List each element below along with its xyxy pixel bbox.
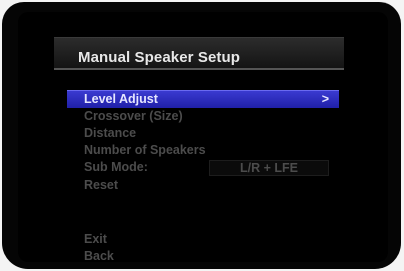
menu-title: Manual Speaker Setup (78, 49, 241, 66)
menu-item-crossover-size[interactable]: Crossover (Size) (67, 108, 339, 125)
menu-item-label: Back (84, 249, 114, 263)
menu-item-label: Reset (84, 178, 119, 192)
sub-mode-value-field[interactable]: L/R + LFE (209, 160, 329, 176)
sub-mode-value: L/R + LFE (240, 161, 298, 175)
menu-item-level-adjust[interactable]: Level Adjust > (67, 90, 339, 108)
menu-item-distance[interactable]: Distance (67, 125, 339, 142)
menu-item-exit[interactable]: Exit (67, 231, 339, 248)
menu-item-label: Crossover (Size) (84, 109, 183, 123)
menu-item-reset[interactable]: Reset (67, 177, 339, 194)
menu-item-sub-mode[interactable]: Sub Mode: L/R + LFE (67, 159, 339, 176)
chevron-right-icon: > (321, 92, 329, 106)
menu-item-label: Level Adjust (84, 92, 158, 106)
menu-item-number-of-speakers[interactable]: Number of Speakers (67, 142, 339, 159)
menu-item-label: Distance (84, 126, 137, 140)
menu-item-label: Sub Mode: (84, 160, 148, 174)
menu-item-label: Number of Speakers (84, 143, 206, 157)
menu-item-back[interactable]: Back (67, 248, 339, 265)
menu-item-label: Exit (84, 232, 107, 246)
